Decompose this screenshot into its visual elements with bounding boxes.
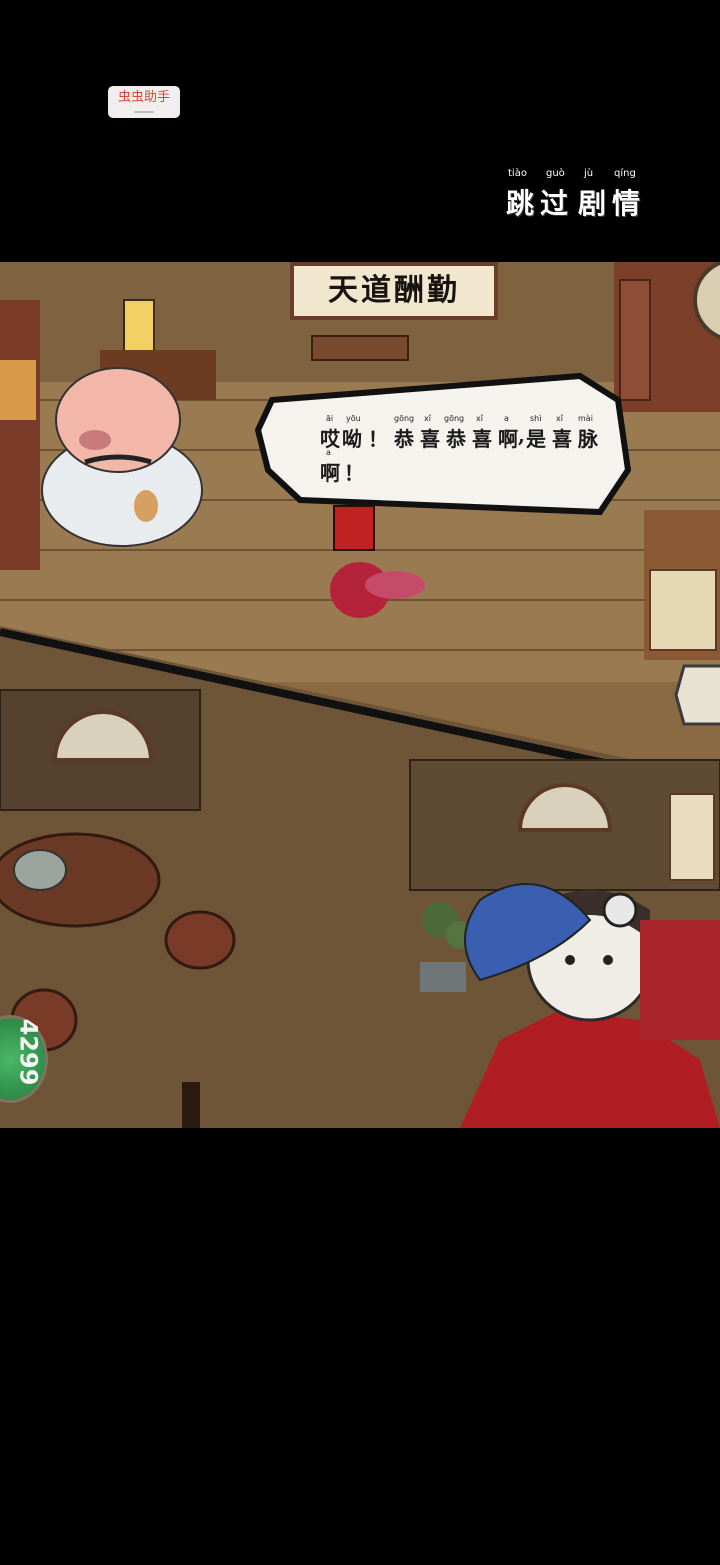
dialogue-line-2: a 啊 ！ (320, 448, 610, 485)
dialogue-pinyin: āi (326, 414, 334, 423)
skip-story-button[interactable]: tiào guò jù qíng 跳 过 剧 情 (506, 168, 648, 220)
post (182, 1082, 200, 1128)
skip-char-4: 情 (612, 187, 641, 220)
helper-app-label: 虫虫助手 (117, 90, 170, 105)
teapot (13, 849, 67, 891)
scene-artwork (0, 262, 720, 1128)
skip-pinyin-4: qíng (614, 168, 636, 179)
skip-pinyin-2: guò (546, 168, 565, 179)
plaque-text: 天道酬勤 (328, 273, 460, 308)
skip-char-1: 跳 (506, 187, 535, 220)
dialogue-pinyin: a (326, 448, 331, 457)
dialogue-char: 啊 (320, 461, 340, 485)
dialogue-pinyin: xǐ (476, 414, 483, 423)
dialogue-char: , (518, 423, 525, 447)
dialogue-pinyin: yōu (346, 414, 361, 423)
skip-pinyin-3: jù (584, 168, 594, 179)
dialogue-pinyin: gōng (394, 414, 415, 423)
skip-char-3: 剧 (578, 187, 607, 220)
stool-right (164, 910, 236, 970)
helper-app-badge[interactable]: 虫虫助手 (108, 86, 180, 118)
altar-table (311, 335, 409, 361)
skip-pinyin-1: tiào (508, 168, 527, 179)
dialogue-pinyin: xǐ (556, 414, 563, 423)
story-scene: 天道酬勤 āi yōu gōng xǐ gōng xǐ a shì xǐ mài… (0, 262, 720, 1128)
dialogue-pinyin: a (504, 414, 509, 423)
drag-handle-icon (134, 111, 154, 113)
dialogue-text: āi yōu gōng xǐ gōng xǐ a shì xǐ mài 哎 呦 … (320, 414, 610, 485)
dialogue-pinyin: shì (530, 414, 542, 423)
dialogue-pinyin: xǐ (424, 414, 431, 423)
left-bed (0, 300, 40, 570)
wall-scroll-painting (669, 793, 715, 881)
dialogue-pinyin: gōng (444, 414, 465, 423)
dialogue-line-1: āi yōu gōng xǐ gōng xǐ a shì xǐ mài 哎 呦 … (320, 414, 610, 451)
dialogue-char: ！ (344, 461, 364, 485)
wall-plaque: 天道酬勤 (290, 262, 498, 320)
side-menu-tab-icon[interactable] (674, 660, 720, 730)
dialogue-pinyin: mài (578, 414, 593, 423)
lamp (123, 299, 155, 353)
skip-char-2: 过 (540, 187, 569, 220)
score-value: 4299 (14, 1018, 43, 1086)
